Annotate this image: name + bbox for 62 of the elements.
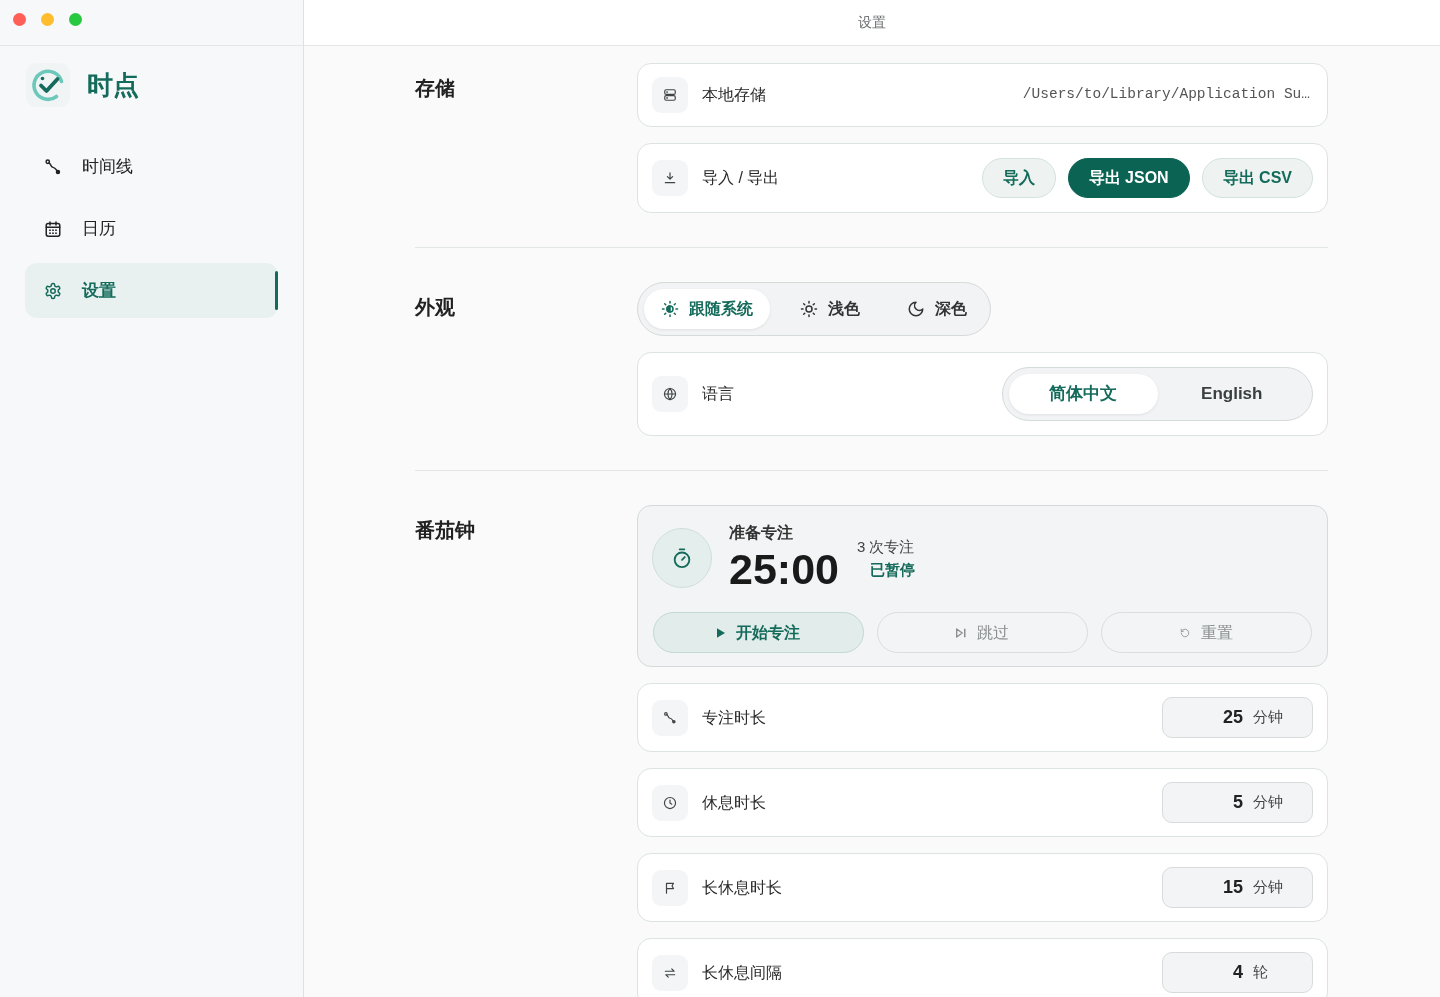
- play-icon: [717, 627, 725, 638]
- storage-path: /Users/to/Library/Application Su…: [1022, 85, 1311, 105]
- theme-option[interactable]: 浅色: [783, 289, 877, 329]
- contrast-sun-icon: [661, 300, 679, 318]
- sidebar-item[interactable]: 日历: [25, 201, 278, 256]
- setting-label: 长休息间隔: [702, 962, 782, 983]
- sidebar-item[interactable]: 时间线: [25, 139, 278, 194]
- number-field[interactable]: 15 分钟: [1162, 867, 1313, 908]
- setting-label: 专注时长: [702, 707, 766, 728]
- language-option[interactable]: 简体中文: [1009, 374, 1158, 414]
- timer-phase: 准备专注: [729, 523, 794, 543]
- field-value: 4: [1233, 961, 1243, 984]
- session-count: 3 次专注: [857, 536, 915, 556]
- skip-icon: [956, 627, 966, 638]
- sidebar-item[interactable]: 设置: [25, 263, 278, 318]
- download-icon: [652, 160, 688, 196]
- settings-icon: [44, 281, 62, 300]
- number-field[interactable]: 4 轮: [1162, 952, 1313, 993]
- field-value: 25: [1222, 706, 1243, 729]
- server-icon: [652, 77, 688, 113]
- number-field[interactable]: 25 分钟: [1162, 697, 1313, 738]
- field-value: 5: [1233, 791, 1243, 814]
- section-title: 外观: [415, 295, 455, 319]
- setting-label: 休息时长: [702, 792, 766, 813]
- timer-status: 已暂停: [869, 559, 915, 579]
- start-button[interactable]: 开始专注: [653, 612, 864, 653]
- reset-icon: [1180, 627, 1190, 638]
- unit-label: 分钟: [1252, 792, 1284, 813]
- timer-display: 25:00: [729, 546, 839, 592]
- calendar-icon: [44, 219, 62, 238]
- unit-label: 分钟: [1252, 877, 1284, 898]
- section-title: 番茄钟: [415, 518, 475, 542]
- window-title: 设置: [858, 13, 886, 32]
- theme-option[interactable]: 深色: [890, 289, 984, 329]
- route-icon: [652, 699, 688, 736]
- repeat-icon: [652, 954, 688, 991]
- flag-icon: [652, 869, 688, 906]
- sun-icon: [800, 300, 818, 318]
- globe-icon: [652, 376, 688, 412]
- setting-label: 长休息时长: [702, 877, 782, 898]
- clock-icon: [652, 784, 688, 821]
- language-option[interactable]: English: [1157, 374, 1306, 414]
- unit-label: 分钟: [1252, 707, 1284, 728]
- setting-label: 本地存储: [702, 85, 766, 105]
- number-field[interactable]: 5 分钟: [1162, 782, 1313, 823]
- close-button[interactable]: [12, 12, 26, 26]
- field-value: 15: [1222, 876, 1243, 899]
- theme-option[interactable]: 跟随系统: [644, 289, 770, 329]
- section-title: 存储: [415, 76, 455, 100]
- zoom-button[interactable]: [68, 12, 82, 26]
- setting-label: 导入 / 导出: [702, 168, 780, 188]
- minimize-button[interactable]: [40, 12, 54, 26]
- route-icon: [44, 157, 62, 176]
- app-name: 时点: [87, 69, 139, 101]
- logo-icon: [26, 63, 70, 107]
- moon-icon: [907, 300, 925, 318]
- secondary-button[interactable]: 导入: [981, 158, 1056, 198]
- export-button[interactable]: 导出 JSON: [1067, 158, 1190, 198]
- selection-bar: [275, 271, 278, 310]
- secondary-button[interactable]: 导出 CSV: [1201, 158, 1313, 198]
- setting-label: 语言: [702, 384, 734, 404]
- unit-label: 轮: [1252, 962, 1269, 983]
